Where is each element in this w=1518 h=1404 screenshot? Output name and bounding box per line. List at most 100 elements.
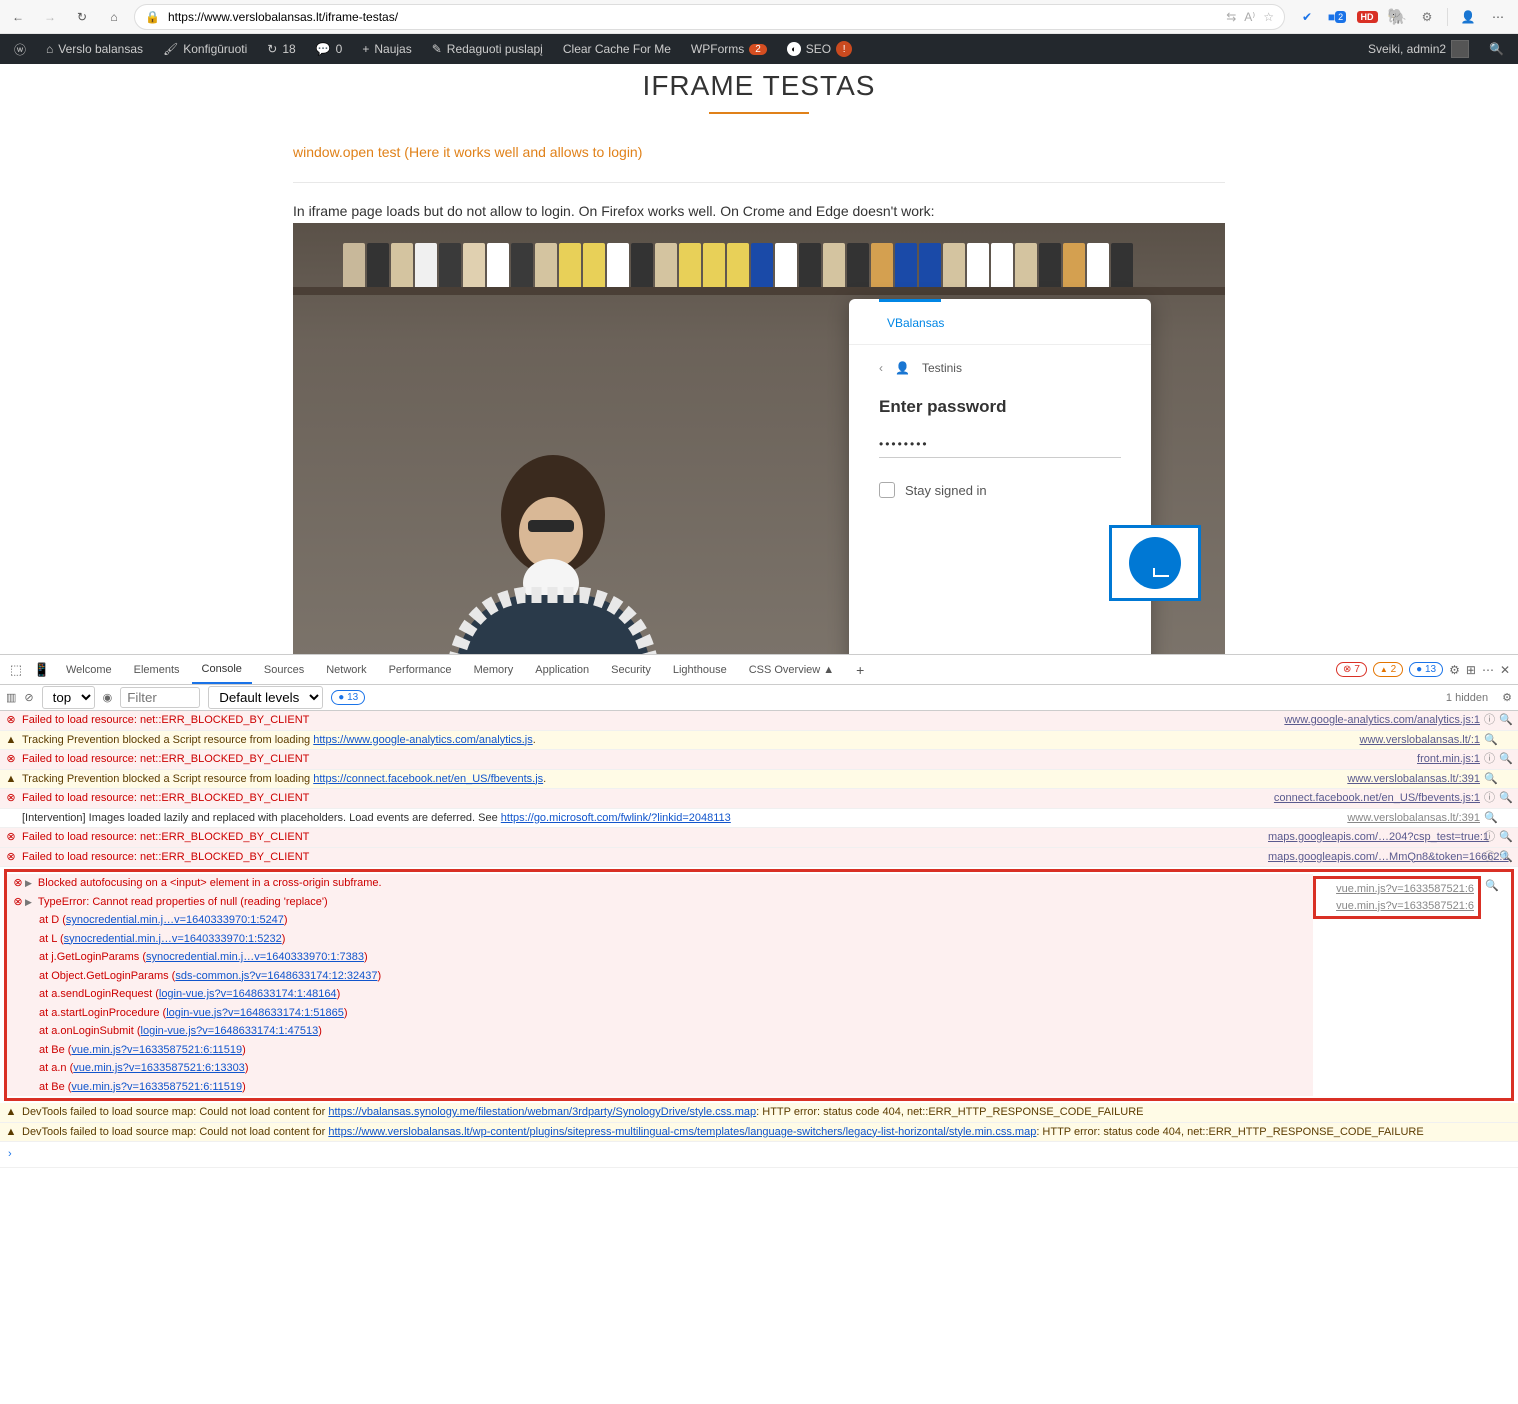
device-icon[interactable]: 📱 (30, 658, 54, 682)
wp-cache[interactable]: Clear Cache For Me (555, 34, 679, 64)
login-tab[interactable]: VBalansas (849, 302, 1151, 345)
log-error: ⊗Failed to load resource: net::ERR_BLOCK… (0, 828, 1518, 848)
wp-greeting[interactable]: Sveiki, admin2 (1360, 34, 1477, 64)
user-icon: 👤 (895, 361, 910, 375)
iframe-container: VBalansas ‹ 👤 Testinis Enter password ••… (293, 223, 1225, 654)
wp-new[interactable]: +Naujas (354, 34, 419, 64)
log-error: ⊗Failed to load resource: net::ERR_BLOCK… (0, 711, 1518, 731)
page-title: IFRAME TESTAS (293, 70, 1225, 102)
tab-elements[interactable]: Elements (124, 655, 190, 684)
dock-icon[interactable]: ⊞ (1466, 663, 1476, 677)
tab-network[interactable]: Network (316, 655, 376, 684)
tab-sources[interactable]: Sources (254, 655, 314, 684)
extension-icons: ✔ ■2 HD 🐘 ⚙ 👤 ⋯ (1293, 7, 1512, 27)
back-button[interactable]: ← (6, 5, 30, 29)
devtools-tabs: ⬚ 📱 Welcome Elements Console Sources Net… (0, 655, 1518, 685)
password-input[interactable]: •••••••• (879, 437, 1121, 458)
tab-cssoverview[interactable]: CSS Overview ▲ (739, 655, 844, 684)
log-error: ⊗Failed to load resource: net::ERR_BLOCK… (0, 848, 1518, 868)
wp-comments[interactable]: 💬0 (308, 34, 351, 64)
refresh-button[interactable]: ↻ (70, 5, 94, 29)
gear-icon[interactable]: ⚙ (1502, 691, 1512, 704)
warn-count[interactable]: 2 (1373, 662, 1403, 677)
zoom-icon[interactable]: 🔍 (1499, 712, 1513, 729)
tab-memory[interactable]: Memory (464, 655, 524, 684)
issues-badge[interactable]: 13 (331, 690, 365, 705)
forward-button[interactable]: → (38, 5, 62, 29)
page-content: IFRAME TESTAS window.open test (Here it … (0, 64, 1518, 654)
ext-icon-1[interactable]: ✔ (1297, 7, 1317, 27)
read-aloud-icon[interactable]: A⁾ (1244, 10, 1255, 24)
tab-performance[interactable]: Performance (379, 655, 462, 684)
wp-search-icon[interactable]: 🔍 (1481, 34, 1512, 64)
more-icon[interactable]: ⋯ (1482, 663, 1494, 677)
tab-welcome[interactable]: Welcome (56, 655, 122, 684)
wp-configure[interactable]: 🖌Konfigūruoti (155, 34, 255, 64)
login-submit-button[interactable] (1109, 525, 1201, 601)
extensions-icon[interactable]: ⚙ (1417, 7, 1437, 27)
wp-wpforms[interactable]: WPForms2 (683, 34, 775, 64)
tab-console[interactable]: Console (192, 655, 252, 684)
chevron-left-icon[interactable]: ‹ (879, 361, 883, 375)
devtools-panel: ⬚ 📱 Welcome Elements Console Sources Net… (0, 654, 1518, 1168)
wp-admin-bar: ⓦ ⌂Verslo balansas 🖌Konfigūruoti ↻18 💬0 … (0, 34, 1518, 64)
console-toolbar: ▥ ⊘ top ◉ Default levels 13 1 hidden ⚙ (0, 685, 1518, 711)
log-error: ⊗Failed to load resource: net::ERR_BLOCK… (0, 789, 1518, 809)
filter-input[interactable] (120, 687, 200, 708)
context-select[interactable]: top (42, 686, 95, 709)
highlighted-source: vue.min.js?v=1633587521:6 vue.min.js?v=1… (1313, 876, 1481, 919)
log-warning: ▲DevTools failed to load source map: Cou… (0, 1123, 1518, 1143)
login-card: VBalansas ‹ 👤 Testinis Enter password ••… (849, 299, 1151, 654)
avatar (1451, 40, 1469, 58)
info-count[interactable]: 13 (1409, 662, 1443, 677)
wp-updates[interactable]: ↻18 (259, 34, 303, 64)
log-warning: ▲Tracking Prevention blocked a Script re… (0, 770, 1518, 790)
lock-icon: 🔒 (145, 10, 160, 24)
console-prompt[interactable]: › (0, 1142, 1518, 1168)
settings-icon[interactable]: ⚙ (1449, 663, 1460, 677)
favorite-icon[interactable]: ☆ (1263, 10, 1274, 24)
stay-signed-row[interactable]: Stay signed in (849, 458, 1151, 522)
reader-icon[interactable]: ⇆ (1226, 10, 1236, 24)
url-input[interactable] (168, 10, 1218, 24)
eye-icon[interactable]: ◉ (103, 691, 113, 704)
inspect-icon[interactable]: ⬚ (4, 658, 28, 682)
tab-security[interactable]: Security (601, 655, 661, 684)
address-bar[interactable]: 🔒 ⇆ A⁾ ☆ (134, 4, 1285, 30)
console-log: ⊗Failed to load resource: net::ERR_BLOCK… (0, 711, 1518, 1168)
more-icon[interactable]: ⋯ (1488, 7, 1508, 27)
title-underline (709, 112, 809, 114)
tab-application[interactable]: Application (525, 655, 599, 684)
ext-icon-2[interactable]: ■2 (1327, 7, 1347, 27)
login-username: Testinis (922, 361, 962, 375)
description-text: In iframe page loads but do not allow to… (293, 203, 1225, 219)
info-icon[interactable]: ⓘ (1484, 712, 1495, 729)
window-open-link[interactable]: window.open test (Here it works well and… (293, 144, 1225, 160)
wp-edit[interactable]: ✎Redaguoti puslapį (424, 34, 551, 64)
wp-logo[interactable]: ⓦ (6, 34, 34, 64)
hidden-count[interactable]: 1 hidden (1446, 692, 1488, 704)
highlighted-errors: ⊗Blocked autofocusing on a <input> eleme… (4, 869, 1514, 1101)
log-error: ⊗Failed to load resource: net::ERR_BLOCK… (0, 750, 1518, 770)
stay-label: Stay signed in (905, 483, 987, 498)
person-illustration (393, 425, 673, 654)
close-icon[interactable]: ✕ (1500, 663, 1510, 677)
home-button[interactable]: ⌂ (102, 5, 126, 29)
clear-icon[interactable]: ⊘ (24, 691, 33, 704)
wp-seo[interactable]: ◐SEO! (779, 34, 860, 64)
sidebar-toggle-icon[interactable]: ▥ (6, 691, 16, 704)
login-user-row[interactable]: ‹ 👤 Testinis (849, 345, 1151, 391)
profile-icon[interactable]: 👤 (1458, 7, 1478, 27)
error-count[interactable]: 7 (1336, 662, 1367, 677)
levels-select[interactable]: Default levels (208, 686, 323, 709)
wp-site[interactable]: ⌂Verslo balansas (38, 34, 151, 64)
tab-lighthouse[interactable]: Lighthouse (663, 655, 737, 684)
log-warning: ▲DevTools failed to load source map: Cou… (0, 1103, 1518, 1123)
login-heading: Enter password (849, 391, 1151, 437)
evernote-icon[interactable]: 🐘 (1387, 7, 1407, 27)
log-warning: ▲Tracking Prevention blocked a Script re… (0, 731, 1518, 751)
stay-checkbox[interactable] (879, 482, 895, 498)
tab-add[interactable]: + (846, 655, 874, 684)
browser-toolbar: ← → ↻ ⌂ 🔒 ⇆ A⁾ ☆ ✔ ■2 HD 🐘 ⚙ 👤 ⋯ (0, 0, 1518, 34)
ext-icon-3[interactable]: HD (1357, 7, 1377, 27)
